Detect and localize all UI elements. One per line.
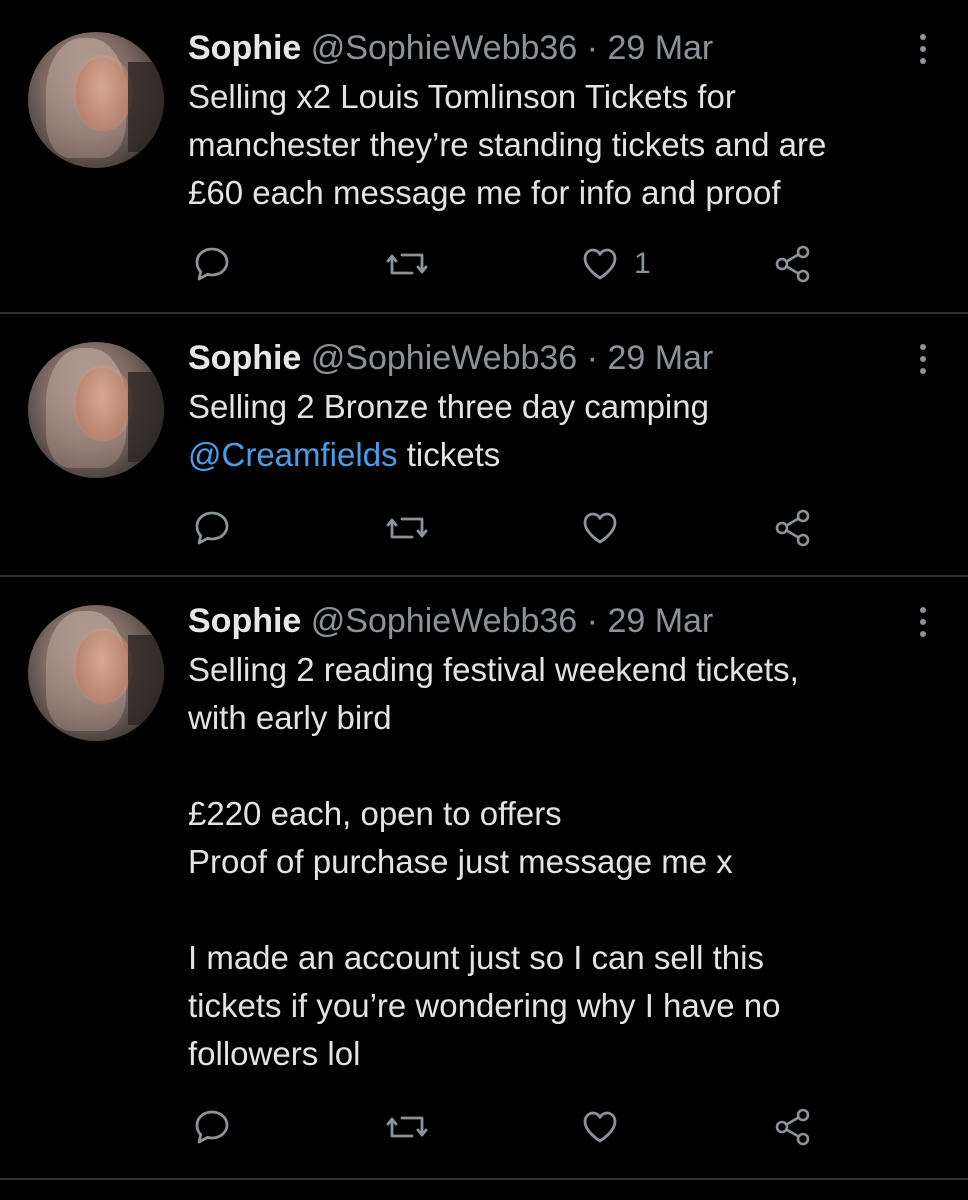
- tweet-text-part: Selling 2 reading festival weekend ticke…: [188, 651, 799, 1072]
- avatar-background: [128, 372, 164, 462]
- like-button[interactable]: [580, 1103, 620, 1151]
- share-icon: [775, 1108, 810, 1146]
- retweet-icon: [386, 253, 428, 275]
- reply-button[interactable]: [192, 1103, 232, 1151]
- tweet-actions: [188, 504, 828, 552]
- tweet-text-part: Selling x2 Louis Tomlinson Tickets for m…: [188, 78, 827, 211]
- author-name[interactable]: Sophie: [188, 29, 301, 67]
- timeline-feed: Sophie @SophieWebb36 · 29 Mar Selling x2…: [0, 0, 968, 1200]
- reply-icon: [195, 511, 229, 545]
- tweet-date[interactable]: 29 Mar: [607, 339, 713, 377]
- separator-dot: ·: [586, 29, 598, 67]
- retweet-button[interactable]: [384, 240, 430, 288]
- avatar[interactable]: [28, 605, 164, 741]
- tweet-actions: [188, 1103, 828, 1151]
- retweet-icon: [386, 1116, 428, 1138]
- tweet-date[interactable]: 29 Mar: [607, 29, 713, 67]
- avatar-background: [128, 62, 164, 152]
- tweet[interactable]: Sophie @SophieWebb36 · 29 Mar Selling 2 …: [0, 577, 968, 1177]
- author-handle[interactable]: @SophieWebb36: [311, 339, 577, 377]
- tweet-date[interactable]: 29 Mar: [607, 602, 713, 640]
- reply-icon: [195, 1110, 229, 1144]
- tweet-text-part: tickets: [397, 436, 501, 473]
- tweet-header: Sophie @SophieWebb36 · 29 Mar: [188, 338, 713, 378]
- tweet-text: Selling 2 reading festival weekend ticke…: [188, 646, 928, 1078]
- author-handle[interactable]: @SophieWebb36: [311, 602, 577, 640]
- tweet-divider: [0, 1178, 968, 1180]
- tweet-actions: 1: [188, 240, 828, 288]
- retweet-button[interactable]: [384, 1103, 430, 1151]
- tweet-text: Selling x2 Louis Tomlinson Tickets for m…: [188, 73, 928, 217]
- author-handle[interactable]: @SophieWebb36: [311, 29, 577, 67]
- share-icon: [775, 245, 810, 283]
- separator-dot: ·: [586, 339, 598, 377]
- author-name[interactable]: Sophie: [188, 602, 301, 640]
- reply-button[interactable]: [192, 240, 232, 288]
- avatar-face: [76, 368, 128, 440]
- more-options-icon[interactable]: [918, 607, 928, 637]
- avatar-face: [76, 631, 128, 703]
- mention-link[interactable]: @Creamfields: [188, 436, 398, 473]
- author-name[interactable]: Sophie: [188, 339, 301, 377]
- heart-icon: [583, 1111, 617, 1143]
- heart-icon: [583, 248, 617, 280]
- like-count: 1: [634, 247, 651, 280]
- avatar[interactable]: [28, 32, 164, 168]
- like-button[interactable]: 1: [580, 240, 651, 288]
- tweet-header: Sophie @SophieWebb36 · 29 Mar: [188, 28, 713, 68]
- more-options-icon[interactable]: [918, 34, 928, 64]
- avatar-background: [128, 635, 164, 725]
- tweet[interactable]: Sophie @SophieWebb36 · 29 Mar Selling 2 …: [0, 314, 968, 574]
- retweet-icon: [386, 517, 428, 539]
- heart-icon: [583, 512, 617, 544]
- separator-dot: ·: [586, 602, 598, 640]
- tweet-text: Selling 2 Bronze three day camping @Crea…: [188, 383, 928, 479]
- share-button[interactable]: [772, 504, 814, 552]
- reply-icon: [195, 247, 229, 281]
- tweet-header: Sophie @SophieWebb36 · 29 Mar: [188, 601, 713, 641]
- tweet-text-part: Selling 2 Bronze three day camping: [188, 388, 709, 425]
- like-button[interactable]: [580, 504, 620, 552]
- avatar-face: [76, 58, 128, 130]
- share-icon: [775, 509, 810, 547]
- tweet[interactable]: Sophie @SophieWebb36 · 29 Mar Selling x2…: [0, 0, 968, 312]
- avatar[interactable]: [28, 342, 164, 478]
- retweet-button[interactable]: [384, 504, 430, 552]
- reply-button[interactable]: [192, 504, 232, 552]
- share-button[interactable]: [772, 1103, 814, 1151]
- more-options-icon[interactable]: [918, 344, 928, 374]
- share-button[interactable]: [772, 240, 814, 288]
